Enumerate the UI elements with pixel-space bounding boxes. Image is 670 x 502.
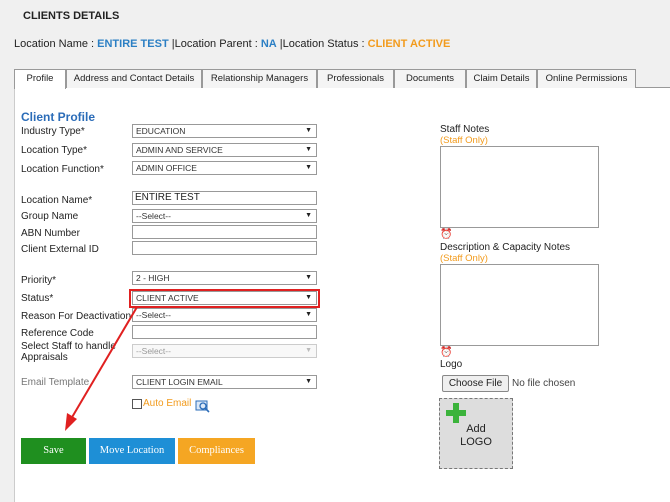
location-type-select[interactable]: ADMIN AND SERVICE ▼ (132, 143, 317, 157)
status-highlight (129, 289, 320, 308)
chevron-down-icon: ▼ (305, 378, 312, 385)
location-type-label: Location Type* (21, 145, 87, 156)
chevron-down-icon: ▼ (305, 274, 312, 281)
status-label: Status* (21, 293, 54, 304)
staff-appraisals-select[interactable]: --Select-- ▼ (132, 344, 317, 358)
chevron-down-icon: ▼ (305, 212, 312, 219)
logo-label: Logo (440, 359, 463, 370)
description-staff-only-note: (Staff Only) (440, 253, 488, 264)
description-capacity-label: Description & Capacity Notes (440, 242, 571, 253)
chevron-down-icon: ▼ (305, 127, 312, 134)
no-file-chosen-text: No file chosen (512, 378, 576, 389)
location-name-label: Location Name : (14, 38, 98, 50)
location-name-input[interactable]: ENTIRE TEST (132, 191, 317, 205)
page-title: CLIENTS DETAILS (23, 10, 120, 22)
abn-number-label: ABN Number (21, 228, 80, 239)
group-name-label: Group Name (21, 211, 79, 222)
compliances-button[interactable]: Compliances (178, 438, 255, 464)
location-function-select[interactable]: ADMIN OFFICE ▼ (132, 161, 317, 175)
location-parent-label: |Location Parent : (168, 38, 261, 50)
location-parent-value: NA (260, 38, 277, 50)
client-profile-title: Client Profile (21, 110, 96, 124)
chevron-down-icon: ▼ (305, 311, 312, 318)
auto-email-label: Auto Email (143, 398, 192, 409)
tab-profile[interactable]: Profile (14, 69, 66, 89)
choose-file-button[interactable]: Choose File (442, 375, 509, 392)
tab-bar: Profile Address and Contact Details Rela… (14, 69, 636, 89)
client-external-id-label: Client External ID (21, 244, 99, 255)
add-logo-text-1: Add (466, 423, 486, 435)
move-location-button[interactable]: Move Location (89, 438, 175, 464)
add-logo-text-2: LOGO (460, 436, 492, 448)
abn-number-input[interactable] (132, 225, 317, 239)
client-external-id-input[interactable] (132, 241, 317, 255)
location-name-value: ENTIRE TEST (97, 38, 169, 50)
tab-address-contact[interactable]: Address and Contact Details (66, 69, 202, 88)
group-name-select[interactable]: --Select-- ▼ (132, 209, 317, 223)
priority-label: Priority* (21, 275, 57, 286)
alarm-clock-icon[interactable]: ⏰ (440, 347, 452, 358)
location-function-label: Location Function* (21, 164, 104, 175)
reference-code-input[interactable] (132, 325, 317, 339)
plus-icon (446, 403, 466, 423)
chevron-down-icon: ▼ (305, 164, 312, 171)
description-textarea[interactable] (440, 264, 599, 346)
alarm-clock-icon[interactable]: ⏰ (440, 229, 452, 240)
industry-type-select[interactable]: EDUCATION ▼ (132, 124, 317, 138)
staff-only-note: (Staff Only) (440, 135, 488, 146)
priority-select[interactable]: 2 - HIGH ▼ (132, 271, 317, 285)
industry-type-label: Industry Type* (21, 126, 85, 137)
staff-notes-textarea[interactable] (440, 146, 599, 228)
tab-professionals[interactable]: Professionals (317, 69, 394, 88)
add-logo-box[interactable]: Add LOGO (439, 398, 513, 469)
tab-relationship-managers[interactable]: Relationship Managers (202, 69, 317, 88)
annotation-arrow (65, 306, 138, 431)
location-name-field-label: Location Name* (21, 195, 93, 206)
location-status-label: |Location Status : (276, 38, 368, 50)
reason-deactivation-select[interactable]: --Select-- ▼ (132, 308, 317, 322)
staff-notes-label: Staff Notes (440, 124, 490, 135)
email-template-select[interactable]: CLIENT LOGIN EMAIL ▼ (132, 375, 317, 389)
chevron-down-icon: ▼ (305, 146, 312, 153)
tab-claim-details[interactable]: Claim Details (466, 69, 537, 88)
location-info: Location Name : ENTIRE TEST |Location Pa… (14, 38, 450, 50)
tab-documents[interactable]: Documents (394, 69, 466, 88)
location-status-value: CLIENT ACTIVE (367, 38, 451, 50)
preview-search-icon[interactable] (195, 399, 211, 413)
chevron-down-icon: ▼ (305, 347, 312, 354)
tab-online-permissions[interactable]: Online Permissions (537, 69, 636, 88)
save-button[interactable]: Save (21, 438, 86, 464)
